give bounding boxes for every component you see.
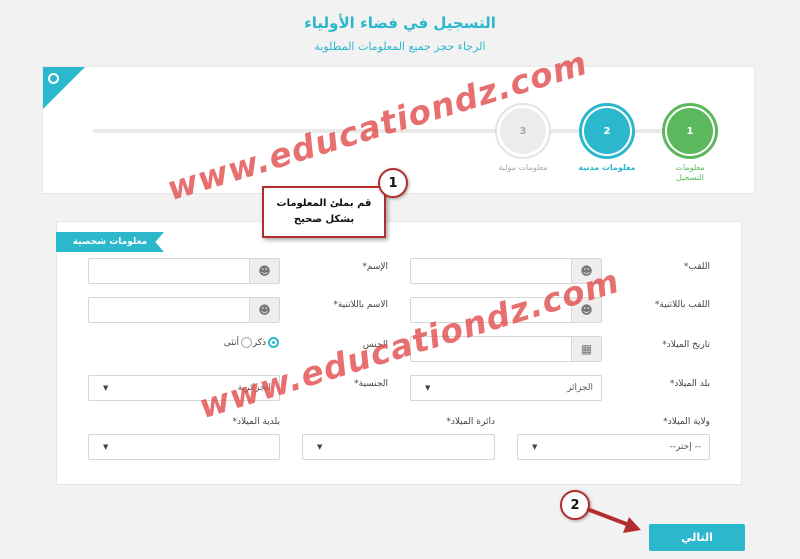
nationality-label: الجنسية*	[354, 379, 388, 389]
birth-country-value: الجزائر	[567, 383, 593, 393]
calendar-icon[interactable]: ▦	[571, 337, 601, 361]
birthdate-label: تاريخ الميلاد*	[662, 340, 710, 350]
instruction-callout: قم بملئ المعلومات بشكل صحيح	[262, 186, 386, 238]
birth-baladiya-label: بلدية الميلاد*	[232, 417, 280, 427]
nationality-select[interactable]: الجزائرية ▼	[88, 375, 280, 401]
ism-latin-label: الاسم باللاتنية*	[333, 300, 388, 310]
page-subtitle: الرجاء حجز جميع المعلومات المطلوبة	[314, 40, 486, 53]
birth-country-select[interactable]: الجزائر ▼	[410, 375, 602, 401]
gender-female-label: أنثى	[223, 338, 239, 348]
step-3-label: معلومات مولية	[498, 163, 548, 172]
birth-daira-select[interactable]: ▼	[302, 434, 495, 460]
step-1-label-line1: معلومات	[675, 163, 705, 172]
chevron-down-icon: ▼	[425, 384, 431, 392]
step-3[interactable]: 3	[495, 103, 551, 159]
laqab-input[interactable]: ☻	[410, 258, 602, 284]
laqab-label: اللقب*	[683, 262, 710, 272]
ism-label: الإسم*	[362, 262, 388, 272]
callout-line2: بشكل صحيح	[293, 214, 355, 225]
step-2[interactable]: 2	[579, 103, 635, 159]
user-icon: ☻	[571, 259, 601, 283]
chevron-down-icon: ▼	[103, 384, 109, 392]
birth-baladiya-select[interactable]: ▼	[88, 434, 280, 460]
user-icon: ☻	[249, 298, 279, 322]
step-1-number: 1	[667, 108, 713, 154]
arrow-icon	[586, 507, 641, 533]
birthdate-input[interactable]: ▦	[410, 336, 602, 362]
laqab-latin-label: اللقب باللاتنية*	[654, 300, 710, 310]
user-icon: ☻	[571, 298, 601, 322]
chevron-down-icon: ▼	[103, 443, 109, 451]
next-button[interactable]: التالي	[649, 524, 745, 551]
birth-wilaya-value: --إختر --	[669, 442, 701, 452]
chevron-down-icon: ▼	[532, 443, 538, 451]
birth-wilaya-select[interactable]: --إختر -- ▼	[517, 434, 710, 460]
check-icon	[48, 73, 59, 84]
page-title: التسجيل في فضاء الأولياء	[304, 14, 496, 32]
ism-input[interactable]: ☻	[88, 258, 280, 284]
birth-daira-label: دائرة الميلاد*	[446, 417, 495, 427]
nationality-value: الجزائرية	[237, 383, 271, 393]
gender-male-radio[interactable]	[268, 337, 279, 348]
gender-label: الجنس	[362, 340, 388, 350]
step-1[interactable]: 1	[662, 103, 718, 159]
birth-country-label: بلد الميلاد*	[669, 379, 710, 389]
birth-wilaya-label: ولاية الميلاد*	[663, 417, 710, 427]
chevron-down-icon: ▼	[317, 443, 323, 451]
user-icon: ☻	[249, 259, 279, 283]
step-2-label: معلومات مدنية	[578, 163, 636, 172]
step-1-label-line2: التسجيل	[676, 173, 704, 182]
laqab-latin-input[interactable]: ☻	[410, 297, 602, 323]
section-ribbon: معلومات شخصية	[56, 232, 164, 252]
gender-female-radio[interactable]	[241, 337, 252, 348]
annotation-badge-1: 1	[378, 168, 408, 198]
step-3-number: 3	[500, 108, 546, 154]
ism-latin-input[interactable]: ☻	[88, 297, 280, 323]
callout-line1: قم بملئ المعلومات	[276, 198, 372, 209]
step-2-number: 2	[584, 108, 630, 154]
